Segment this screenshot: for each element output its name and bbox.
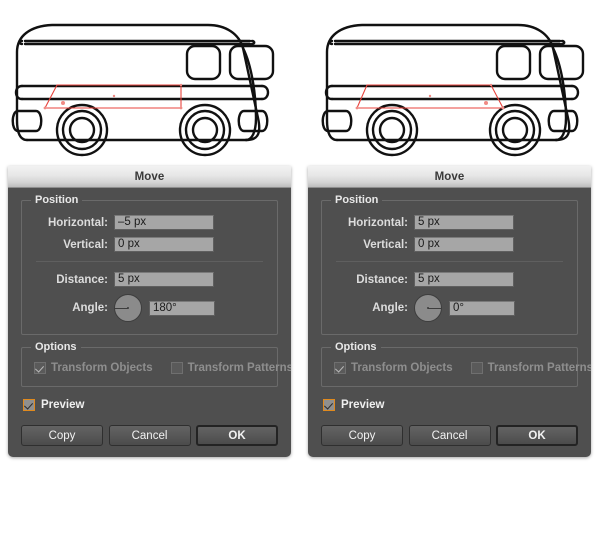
angle-field-row: Angle: bbox=[334, 294, 565, 322]
angle-label: Angle: bbox=[72, 302, 108, 314]
options-group-title: Options bbox=[31, 341, 81, 353]
position-divider bbox=[36, 261, 263, 262]
transform-objects-label: Transform Objects bbox=[351, 362, 453, 374]
position-group-title: Position bbox=[331, 194, 383, 206]
angle-input[interactable] bbox=[149, 300, 215, 316]
angle-dial[interactable] bbox=[414, 294, 442, 322]
horizontal-label: Horizontal: bbox=[47, 216, 108, 229]
angle-dial-hub bbox=[427, 307, 429, 309]
preview-label: Preview bbox=[341, 399, 385, 411]
cancel-button[interactable]: Cancel bbox=[408, 425, 491, 446]
dialog-body: Position Horizontal: Vertical: Distance:… bbox=[308, 188, 591, 457]
vertical-label: Vertical: bbox=[363, 238, 408, 251]
van-illustration-right bbox=[300, 0, 600, 166]
horizontal-label: Horizontal: bbox=[347, 216, 408, 229]
dialog-title: Move bbox=[134, 170, 165, 183]
preview-box[interactable] bbox=[23, 399, 35, 411]
horizontal-input[interactable] bbox=[114, 215, 214, 230]
options-group: Options Transform Objects Transform Patt… bbox=[321, 341, 591, 387]
position-group-title: Position bbox=[31, 194, 83, 206]
ok-button[interactable]: OK bbox=[196, 425, 278, 446]
preview-box[interactable] bbox=[323, 399, 335, 411]
angle-dial-needle bbox=[428, 308, 441, 309]
angle-input[interactable] bbox=[449, 300, 515, 316]
transform-objects-box[interactable] bbox=[34, 362, 46, 374]
position-divider bbox=[336, 261, 563, 262]
angle-dial[interactable] bbox=[114, 294, 142, 322]
dialog-button-row: Copy Cancel OK bbox=[21, 425, 278, 446]
dialog-titlebar[interactable]: Move bbox=[8, 166, 291, 188]
preview-label: Preview bbox=[41, 399, 85, 411]
vertical-input[interactable] bbox=[114, 237, 214, 252]
illustration-row bbox=[0, 0, 600, 166]
dialog-body: Position Horizontal: Vertical: Distance:… bbox=[8, 188, 291, 457]
transform-objects-label: Transform Objects bbox=[51, 362, 153, 374]
options-row: Transform Objects Transform Patterns bbox=[34, 362, 291, 374]
transform-patterns-label: Transform Patterns bbox=[487, 362, 591, 374]
distance-field-row: Distance: bbox=[34, 272, 265, 287]
vertical-field-row: Vertical: bbox=[334, 237, 565, 252]
distance-input[interactable] bbox=[414, 272, 514, 287]
options-group-title: Options bbox=[331, 341, 381, 353]
transform-objects-checkbox[interactable]: Transform Objects bbox=[334, 362, 453, 374]
options-row: Transform Objects Transform Patterns bbox=[334, 362, 591, 374]
cancel-button[interactable]: Cancel bbox=[108, 425, 191, 446]
angle-label: Angle: bbox=[372, 302, 408, 314]
move-dialog-left: Move Position Horizontal: Vertical: Dist… bbox=[8, 166, 291, 457]
vertical-label: Vertical: bbox=[63, 238, 108, 251]
preview-checkbox[interactable]: Preview bbox=[23, 399, 278, 411]
transform-patterns-box[interactable] bbox=[470, 362, 483, 374]
transform-patterns-checkbox[interactable]: Transform Patterns bbox=[170, 362, 291, 374]
preview-checkbox[interactable]: Preview bbox=[323, 399, 578, 411]
van-vector-right bbox=[321, 23, 585, 157]
transform-patterns-box[interactable] bbox=[170, 362, 183, 374]
van-illustration-left bbox=[0, 0, 300, 166]
angle-field-row: Angle: bbox=[34, 294, 265, 322]
distance-label: Distance: bbox=[356, 273, 408, 286]
position-group: Position Horizontal: Vertical: Distance:… bbox=[321, 194, 578, 335]
ok-button[interactable]: OK bbox=[496, 425, 578, 446]
vertical-field-row: Vertical: bbox=[34, 237, 265, 252]
distance-label: Distance: bbox=[56, 273, 108, 286]
dialog-titlebar[interactable]: Move bbox=[308, 166, 591, 188]
copy-button[interactable]: Copy bbox=[21, 425, 103, 446]
angle-dial-hub bbox=[127, 307, 129, 309]
transform-objects-box[interactable] bbox=[334, 362, 346, 374]
van-vector-left bbox=[11, 23, 275, 157]
options-group: Options Transform Objects Transform Patt… bbox=[21, 341, 291, 387]
move-dialog-right: Move Position Horizontal: Vertical: Dist… bbox=[308, 166, 591, 457]
copy-button[interactable]: Copy bbox=[321, 425, 403, 446]
distance-input[interactable] bbox=[114, 272, 214, 287]
horizontal-input[interactable] bbox=[414, 215, 514, 230]
vertical-input[interactable] bbox=[414, 237, 514, 252]
position-group: Position Horizontal: Vertical: Distance:… bbox=[21, 194, 278, 335]
transform-patterns-label: Transform Patterns bbox=[187, 362, 291, 374]
dialog-title: Move bbox=[434, 170, 465, 183]
transform-patterns-checkbox[interactable]: Transform Patterns bbox=[470, 362, 591, 374]
horizontal-field-row: Horizontal: bbox=[334, 215, 565, 230]
distance-field-row: Distance: bbox=[334, 272, 565, 287]
dialog-button-row: Copy Cancel OK bbox=[321, 425, 578, 446]
horizontal-field-row: Horizontal: bbox=[34, 215, 265, 230]
transform-objects-checkbox[interactable]: Transform Objects bbox=[34, 362, 153, 374]
